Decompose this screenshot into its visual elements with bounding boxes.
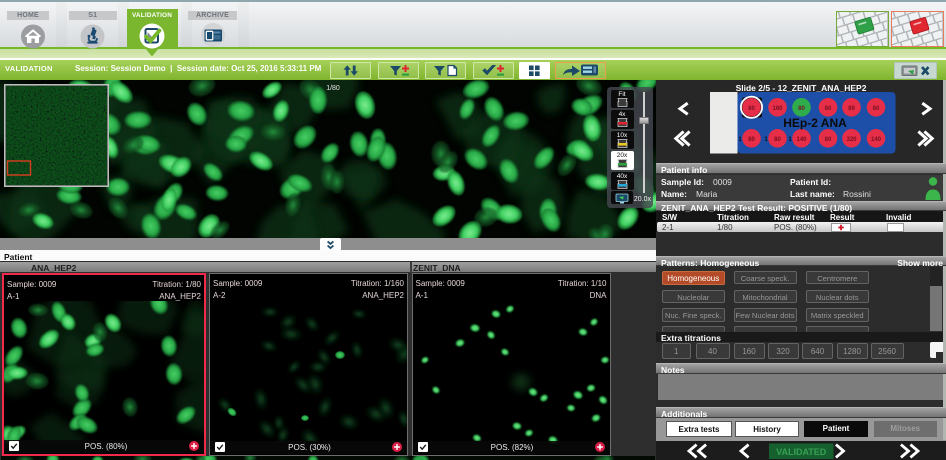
svg-text:80: 80 — [873, 106, 880, 112]
svg-text:80: 80 — [798, 106, 805, 112]
svg-text:320: 320 — [846, 137, 857, 143]
svg-text:80: 80 — [748, 106, 755, 112]
svg-text:VALIDATED: VALIDATED — [776, 446, 827, 456]
svg-text:80: 80 — [825, 106, 832, 112]
svg-text:160: 160 — [772, 106, 783, 112]
svg-text:80: 80 — [748, 137, 755, 143]
svg-text:140: 140 — [796, 137, 807, 143]
svg-text:80: 80 — [774, 137, 781, 143]
svg-text:140: 140 — [871, 137, 882, 143]
svg-text:HEp-2 ANA: HEp-2 ANA — [783, 116, 847, 130]
svg-text:89: 89 — [848, 106, 855, 112]
svg-text:80: 80 — [825, 137, 832, 143]
